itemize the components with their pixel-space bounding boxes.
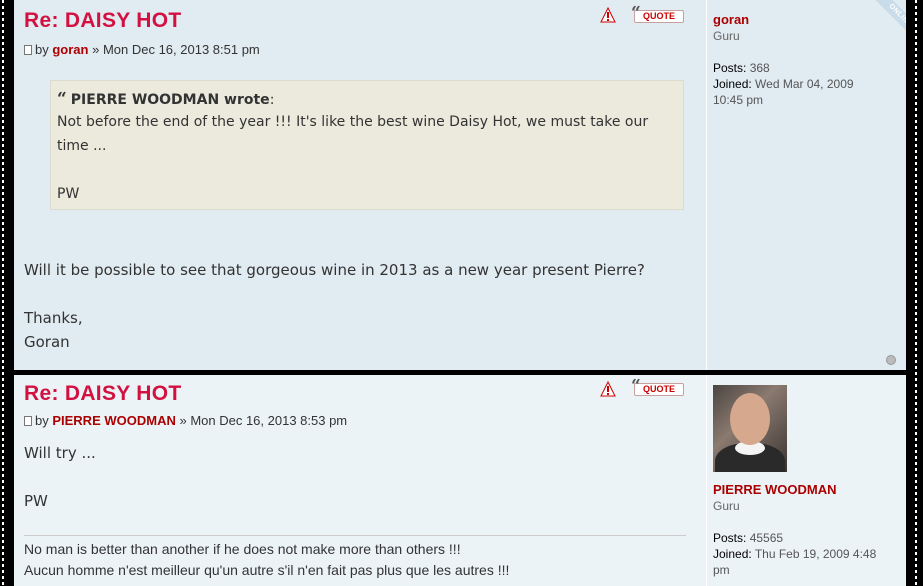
quote-text-line: time ... <box>57 138 107 154</box>
post-text-line: Will it be possible to see that gorgeous… <box>24 261 645 279</box>
online-badge-label: ONLINE <box>860 0 906 34</box>
joined-time: pm <box>713 563 730 577</box>
signature-line: No man is better than another if he does… <box>24 541 461 557</box>
post-icon[interactable] <box>24 416 32 426</box>
online-badge: ONLINE <box>840 0 906 34</box>
report-icon[interactable] <box>600 7 616 23</box>
quote-block: “PIERRE WOODMAN wrote: Not before the en… <box>50 80 684 210</box>
quote-cite-author: PIERRE WOODMAN wrote <box>70 92 270 108</box>
signature-line: Aucun homme n'est meilleur qu'un autre s… <box>24 562 510 578</box>
author-link[interactable]: goran <box>52 42 88 57</box>
post-text-line: Thanks, <box>24 309 83 327</box>
posts-label: Posts: <box>713 531 747 545</box>
back-to-top-icon[interactable] <box>886 355 896 365</box>
joined-date: Thu Feb 19, 2009 4:48 <box>754 547 877 561</box>
quote-button[interactable]: “ QUOTE <box>631 376 684 396</box>
quote-cite-suffix: : <box>269 92 275 108</box>
joined-label: Joined: <box>713 547 752 561</box>
quote-button-label: QUOTE <box>642 384 675 394</box>
post-byline: by goran » Mon Dec 16, 2013 8:51 pm <box>24 42 260 57</box>
posts-count[interactable]: 368 <box>750 61 770 75</box>
date-separator: » <box>175 413 191 428</box>
quote-text-line: Not before the end of the year !!! It's … <box>57 114 649 130</box>
quote-icon: “ <box>631 3 641 23</box>
joined-date: Wed Mar 04, 2009 <box>755 77 854 91</box>
post-date: Mon Dec 16, 2013 8:53 pm <box>190 413 348 428</box>
quote-icon: “ <box>631 376 641 396</box>
posts-count[interactable]: 45565 <box>750 531 783 545</box>
posts-label: Posts: <box>713 61 747 75</box>
quote-mark-icon: “ <box>57 89 67 109</box>
post-body: Will it be possible to see that gorgeous… <box>24 258 684 354</box>
by-prefix: by <box>35 413 53 428</box>
joined-label: Joined: <box>713 77 752 91</box>
post-text-line: PW <box>24 492 48 510</box>
quote-text-line: PW <box>57 186 80 202</box>
joined-time: 10:45 pm <box>713 93 764 107</box>
post-text-line: Will try ... <box>24 444 96 462</box>
post-title[interactable]: Re: DAISY HOT <box>24 382 182 406</box>
date-separator: » <box>88 42 103 57</box>
post-profile: goran Guru Posts: 368 Joined: Wed Mar 04… <box>706 0 896 370</box>
profile-username[interactable]: PIERRE WOODMAN <box>713 482 896 498</box>
post-icon[interactable] <box>24 45 32 55</box>
profile-joined: Joined: Wed Mar 04, 2009 <box>713 76 896 92</box>
signature: No man is better than another if he does… <box>24 539 686 581</box>
profile-rank: Guru <box>713 499 740 513</box>
post-title[interactable]: Re: DAISY HOT <box>24 9 182 33</box>
avatar-face <box>730 393 770 445</box>
post-text-line: Goran <box>24 333 70 351</box>
post-byline: by PIERRE WOODMAN » Mon Dec 16, 2013 8:5… <box>24 413 347 428</box>
by-prefix: by <box>35 42 53 57</box>
quote-cite: “PIERRE WOODMAN wrote: <box>57 89 677 110</box>
profile-joined: Joined: Thu Feb 19, 2009 4:48 <box>713 546 896 562</box>
author-link[interactable]: PIERRE WOODMAN <box>52 413 176 428</box>
right-film-border <box>909 0 923 586</box>
post-body: Will try ... PW <box>24 441 684 513</box>
avatar[interactable] <box>713 385 787 472</box>
post-profile: PIERRE WOODMAN Guru Posts: 45565 Joined:… <box>706 375 896 586</box>
post-pierre-woodman: Re: DAISY HOT “ QUOTE by PIERRE WOODMAN … <box>14 375 906 586</box>
quote-button[interactable]: “ QUOTE <box>631 3 684 23</box>
profile-posts: Posts: 45565 <box>713 530 896 546</box>
report-icon[interactable] <box>600 381 616 397</box>
signature-divider <box>24 535 686 536</box>
post-date: Mon Dec 16, 2013 8:51 pm <box>102 42 260 57</box>
quote-button-label: QUOTE <box>642 11 675 21</box>
left-film-border <box>0 0 6 586</box>
post-goran: Re: DAISY HOT “ QUOTE by goran » Mon Dec… <box>14 0 906 370</box>
profile-posts: Posts: 368 <box>713 60 896 76</box>
